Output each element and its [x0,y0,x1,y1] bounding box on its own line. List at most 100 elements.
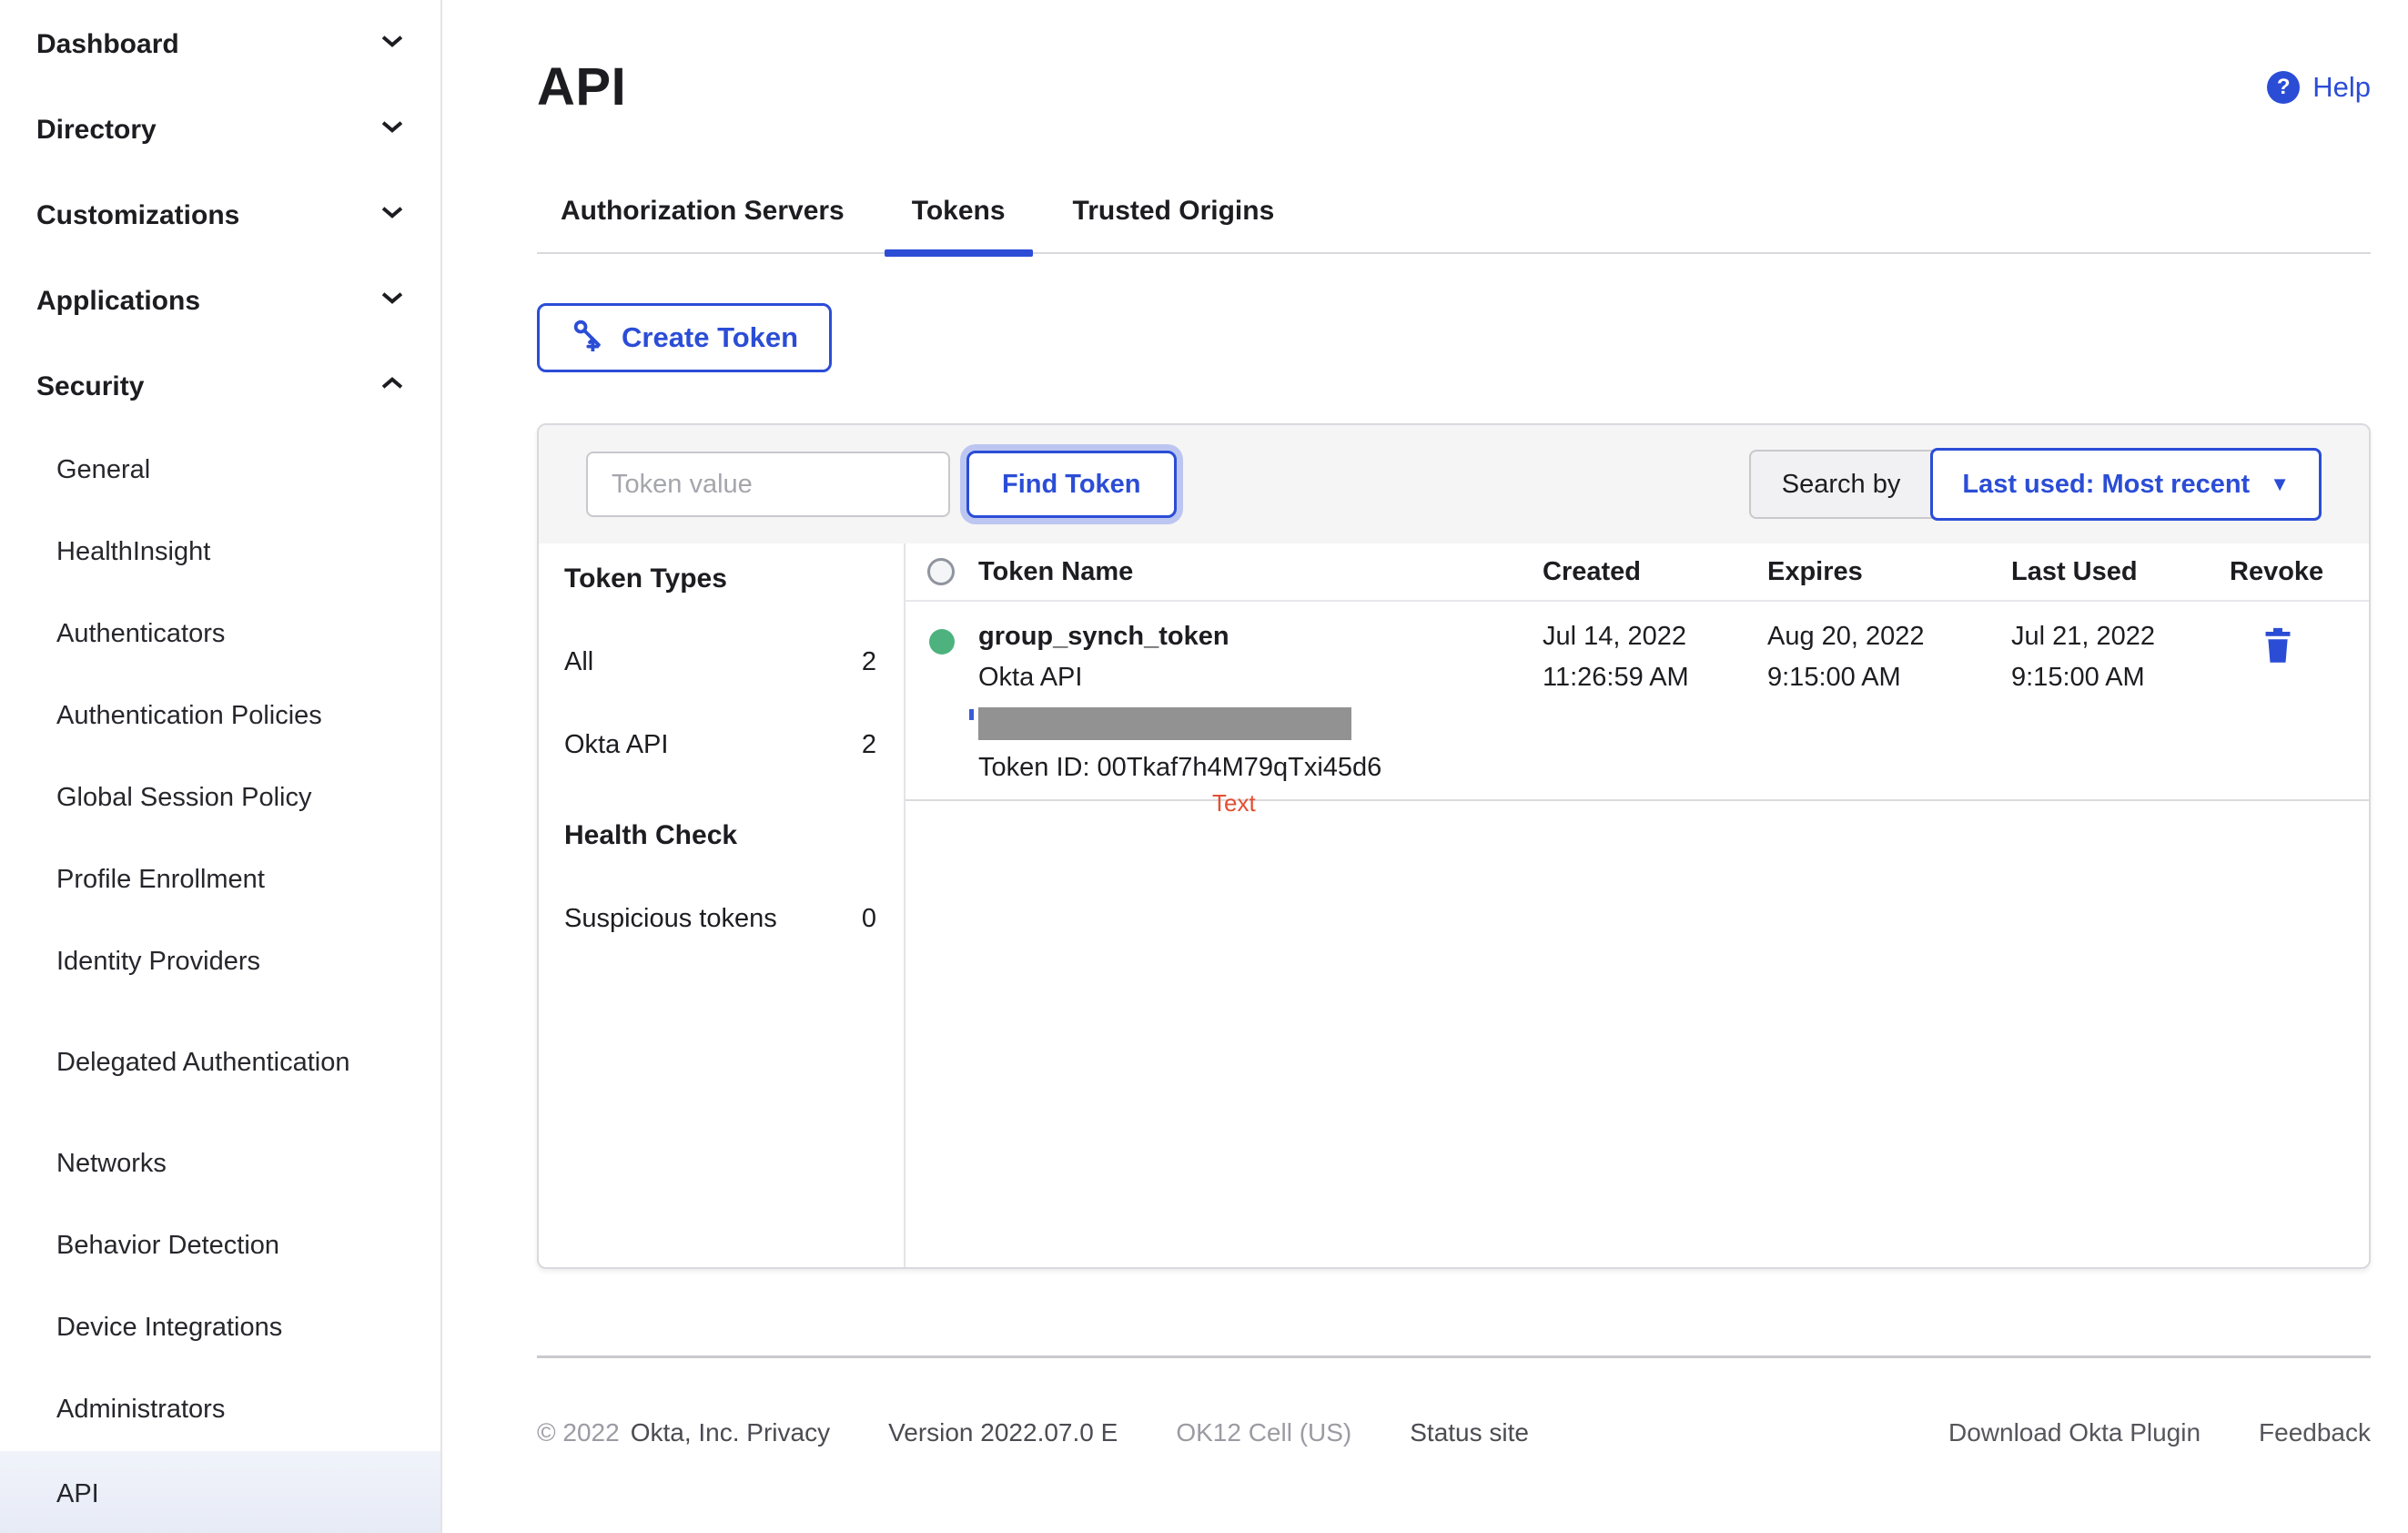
company-privacy-link[interactable]: Okta, Inc. Privacy [631,1418,830,1447]
caret-down-icon: ▼ [2270,472,2290,495]
page-title: API [537,57,627,117]
sidebar-item-api[interactable]: API [0,1451,440,1533]
revoke-cell [2230,622,2369,783]
search-by-label: Search by [1748,450,1934,519]
tab-bar: Authorization Servers Tokens Trusted Ori… [537,196,2371,257]
sidebar-item-security[interactable]: Security [0,344,440,430]
sort-dropdown-value: Last used: Most recent [1962,469,2251,499]
filter-okta-api[interactable]: Okta API 2 [564,730,876,760]
filter-count: 2 [861,730,876,759]
sidebar-item-general[interactable]: General [0,430,440,512]
filter-label: Okta API [564,730,669,759]
chevron-down-icon [377,25,408,64]
tokens-panel: Find Token Search by Last used: Most rec… [537,423,2371,1269]
sidebar-item-authenticators[interactable]: Authenticators [0,594,440,675]
chevron-down-icon [377,282,408,320]
footer: © 2022 Okta, Inc. Privacy Version 2022.0… [537,1418,2371,1447]
sidebar-item-directory[interactable]: Directory [0,87,440,173]
sidebar-item-applications[interactable]: Applications [0,259,440,344]
chevron-down-icon [377,197,408,235]
expires-date: Aug 20, 2022 [1767,622,1925,651]
token-value-input[interactable] [586,452,950,517]
tab-trusted-origins[interactable]: Trusted Origins [1049,196,1299,252]
copyright: © 2022 [537,1418,620,1447]
health-check-title: Health Check [564,820,738,850]
created-cell: Jul 14, 2022 11:26:59 AM [1543,622,1767,783]
help-label: Help [2312,70,2371,103]
trash-icon [2262,627,2293,666]
find-token-button[interactable]: Find Token [966,451,1177,518]
sidebar-item-customizations[interactable]: Customizations [0,173,440,259]
last-used-cell: Jul 21, 2022 9:15:00 AM [2011,622,2230,783]
created-time: 11:26:59 AM [1543,663,1689,692]
token-types-sidebar: Token Types All 2 Okta API 2 Health Chec… [539,543,906,1267]
download-okta-plugin-link[interactable]: Download Okta Plugin [1948,1418,2201,1447]
feedback-link[interactable]: Feedback [2259,1418,2371,1447]
sidebar: Dashboard Directory Customizations Appli… [0,0,442,1533]
token-name: group_synch_token [978,622,1229,651]
sidebar-item-label: Dashboard [36,29,179,59]
table-header: Token Name Created Expires Last Used Rev… [906,543,2369,602]
sidebar-item-networks[interactable]: Networks [0,1123,440,1205]
sidebar-item-healthinsight[interactable]: HealthInsight [0,512,440,594]
filter-label: Suspicious tokens [564,904,777,933]
sidebar-item-label: Security [36,371,145,401]
token-id: Token ID: 00Tkaf7h4M79qTxi45d6 [978,753,1382,782]
sidebar-item-delegated-authentication[interactable]: Delegated Authentication [0,1003,440,1123]
chevron-down-icon [377,111,408,149]
filter-suspicious-tokens[interactable]: Suspicious tokens 0 [564,904,876,934]
tab-authorization-servers[interactable]: Authorization Servers [537,196,868,252]
filter-label: All [564,647,594,676]
active-status-dot [929,629,955,655]
expires-cell: Aug 20, 2022 9:15:00 AM [1767,622,2011,783]
column-created: Created [1543,556,1641,586]
cell-label: OK12 Cell (US) [1176,1418,1352,1447]
main-content: API ? Help Authorization Servers Tokens … [442,0,2408,1533]
status-cell [906,622,978,783]
create-token-label: Create Token [622,321,799,353]
panel-body: Token Types All 2 Okta API 2 Health Chec… [539,543,2369,1267]
sidebar-item-global-session-policy[interactable]: Global Session Policy [0,757,440,839]
last-used-date: Jul 21, 2022 [2011,622,2156,651]
token-search-bar: Find Token Search by Last used: Most rec… [539,425,2369,543]
filter-all[interactable]: All 2 [564,647,876,677]
table-row: group_synch_token Okta API Token ID: 00T… [906,602,2369,817]
create-token-button[interactable]: Create Token [537,303,833,372]
column-token-name: Token Name [978,556,1134,586]
sort-dropdown[interactable]: Last used: Most recent ▼ [1930,448,2322,521]
revoke-token-button[interactable] [2257,622,2299,672]
sidebar-item-authentication-policies[interactable]: Authentication Policies [0,675,440,757]
sidebar-item-label: Directory [36,115,157,145]
sidebar-item-administrators[interactable]: Administrators [0,1369,440,1451]
sort-control: Search by Last used: Most recent ▼ [1748,448,2322,521]
column-last-used: Last Used [2011,556,2138,586]
sidebar-item-identity-providers[interactable]: Identity Providers [0,921,440,1003]
footer-divider [537,1355,2371,1358]
sidebar-item-label: Customizations [36,200,240,230]
chevron-up-icon [377,368,408,406]
expires-time: 9:15:00 AM [1767,663,1901,692]
sidebar-item-profile-enrollment[interactable]: Profile Enrollment [0,839,440,921]
okta-admin-app: Dashboard Directory Customizations Appli… [0,0,2408,1533]
filter-count: 2 [861,647,876,676]
created-date: Jul 14, 2022 [1543,622,1687,651]
redacted-token-value [969,707,1351,740]
sidebar-item-dashboard[interactable]: Dashboard [0,2,440,87]
status-site-link[interactable]: Status site [1410,1418,1529,1447]
sidebar-item-behavior-detection[interactable]: Behavior Detection [0,1205,440,1287]
tokens-table: Token Name Created Expires Last Used Rev… [906,543,2369,1267]
filter-count: 0 [861,904,876,933]
sidebar-item-label: Applications [36,286,201,316]
column-revoke: Revoke [2230,556,2324,586]
select-all-radio[interactable] [927,558,955,585]
key-plus-icon [571,317,605,359]
sidebar-item-device-integrations[interactable]: Device Integrations [0,1287,440,1369]
column-expires: Expires [1767,556,1863,586]
text-annotation: Text [1212,789,1256,817]
last-used-time: 9:15:00 AM [2011,663,2145,692]
token-type: Okta API [978,663,1083,692]
help-link[interactable]: ? Help [2267,70,2371,104]
token-types-title: Token Types [564,563,727,594]
footer-links: Download Okta Plugin Feedback [1948,1418,2371,1447]
tab-tokens[interactable]: Tokens [884,196,1033,257]
